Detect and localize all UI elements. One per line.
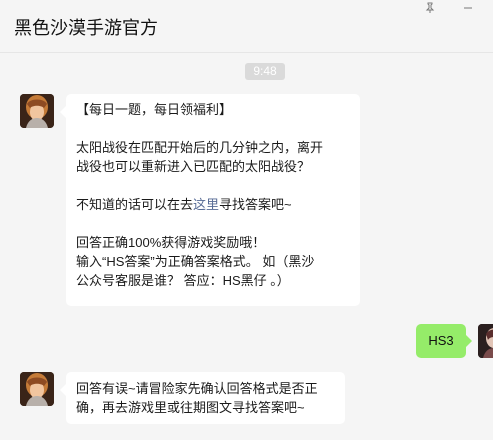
message-text: 不知道的话可以在去 xyxy=(76,197,194,212)
sender-avatar[interactable] xyxy=(20,94,54,128)
message-bubble-reply[interactable]: 回答有误~请冒险家先确认回答格式是否正 确，再去游戏里或往期图文寻找答案吧~ xyxy=(60,372,345,424)
title-bar: 黑色沙漠手游官方 xyxy=(0,0,493,53)
minimize-icon[interactable] xyxy=(461,2,475,16)
message-text: 寻找答案吧~ xyxy=(219,197,292,212)
message-line: 回答正确100%获得游戏奖励哦！ xyxy=(76,235,266,250)
message-line: 太阳战役在匹配开始后的几分钟之内，离开 xyxy=(76,140,324,155)
message-line: 回答有误~请冒险家先确认回答格式是否正 xyxy=(76,381,318,396)
message-link[interactable]: 这里 xyxy=(193,197,219,212)
sender-avatar[interactable] xyxy=(20,372,54,406)
chat-title: 黑色沙漠手游官方 xyxy=(14,18,158,38)
pin-icon[interactable] xyxy=(423,2,437,16)
message-line: 确，再去游戏里或往期图文寻找答案吧~ xyxy=(76,400,305,415)
message-line-link: 不知道的话可以在去这里寻找答案吧~ xyxy=(76,195,356,214)
message-line: 公众号客服是谁？ 答应：HS黑仔 。） xyxy=(76,273,290,288)
message-line: 输入“HS答案”为正确答案格式。 如（黑沙 xyxy=(76,254,315,269)
message-bubble-question[interactable]: 【每日一题，每日领福利】 太阳战役在匹配开始后的几分钟之内，离开 战役也可以重新… xyxy=(60,94,360,306)
message-line: 战役也可以重新进入已匹配的太阳战役？ xyxy=(76,159,311,174)
user-avatar[interactable] xyxy=(478,324,493,358)
message-line: 【每日一题，每日领福利】 xyxy=(76,102,233,117)
message-timestamp: 9:48 xyxy=(245,63,285,80)
message-bubble-user[interactable]: HS3 xyxy=(416,324,472,358)
